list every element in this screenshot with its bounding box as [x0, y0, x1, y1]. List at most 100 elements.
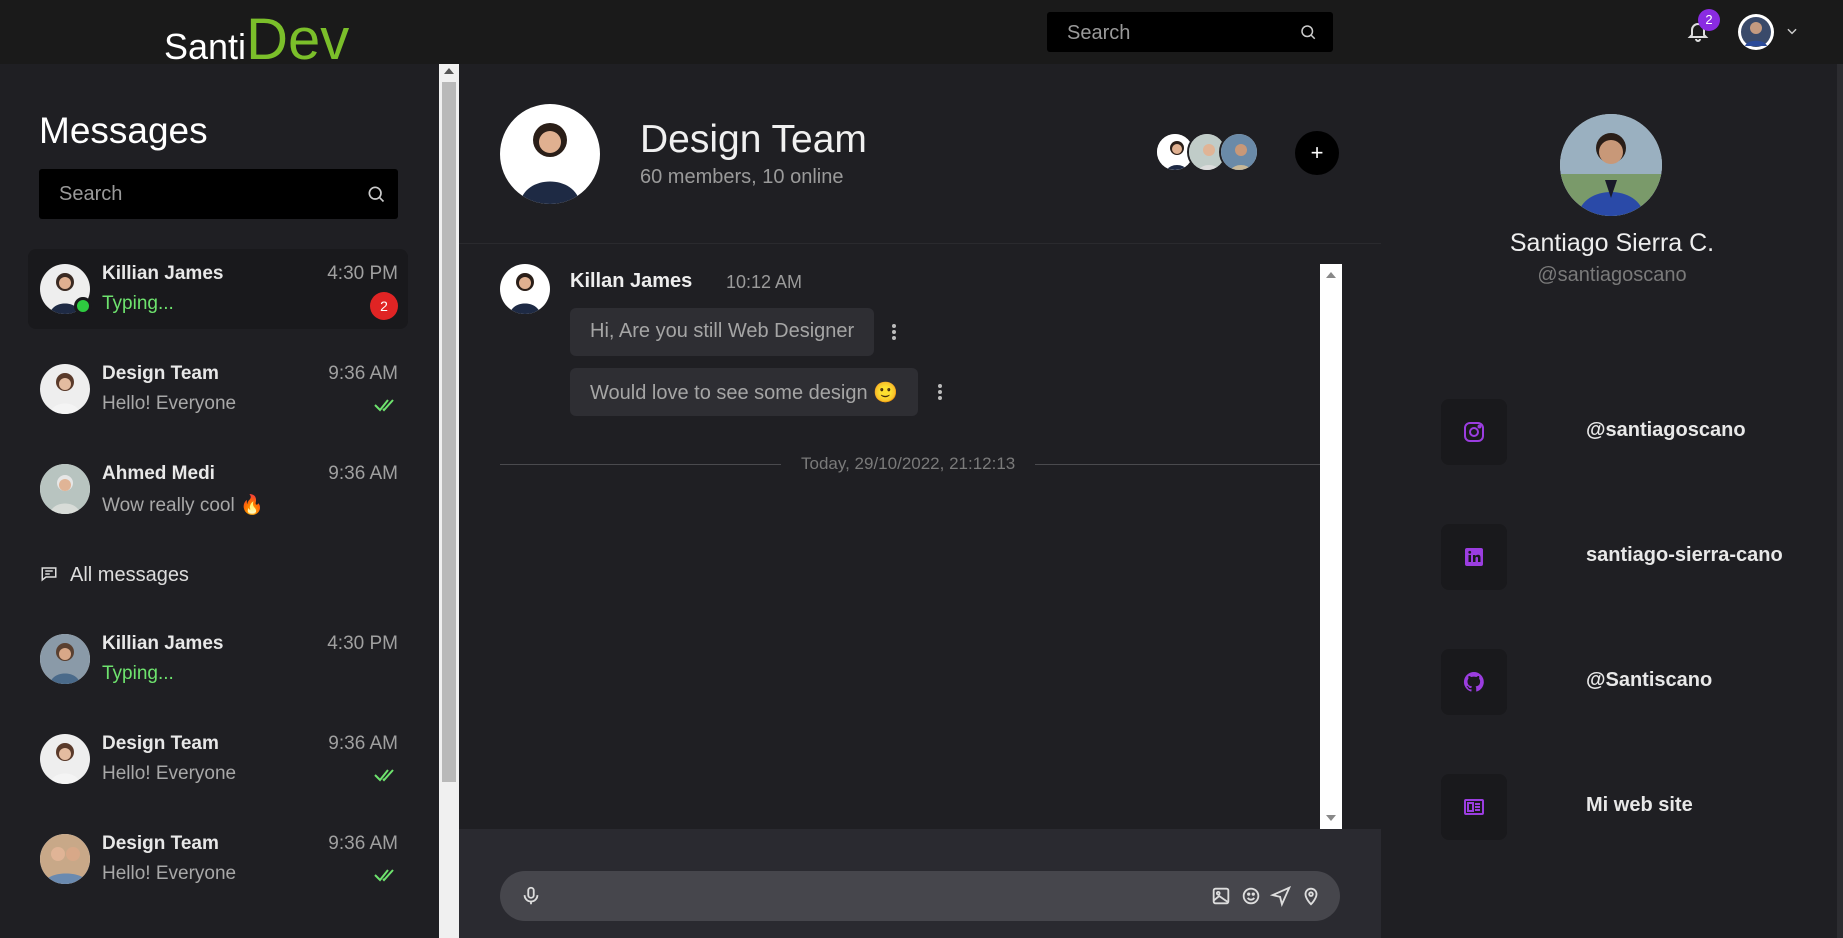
message-avatar: [500, 264, 550, 314]
conversation-time: 9:36 AM: [328, 733, 398, 754]
logo-text-santi: Santi: [164, 26, 247, 67]
conversation-item[interactable]: Ahmed Medi Wow really cool 🔥 9:36 AM: [28, 449, 408, 529]
conversation-preview: Hello! Everyone: [102, 863, 237, 884]
social-label: @Santiscano: [1586, 669, 1713, 691]
sidebar-scrollbar[interactable]: [439, 64, 459, 938]
member-avatar[interactable]: [1219, 132, 1259, 172]
message-bubble: Would love to see some design 🙂: [570, 368, 919, 416]
social-icon-box: [1441, 524, 1507, 590]
more-options-icon[interactable]: [935, 382, 945, 402]
online-indicator: [74, 297, 92, 315]
chat-panel: Design Team 60 members, 10 online + Kill…: [459, 64, 1381, 938]
unread-badge: 2: [370, 292, 398, 320]
double-check-icon: [374, 399, 394, 412]
conversation-item[interactable]: Design Team Hello! Everyone 9:36 AM: [28, 719, 408, 799]
linkedin-icon: [1465, 548, 1483, 566]
conversation-time: 9:36 AM: [328, 363, 398, 384]
social-label: santiago-sierra-cano: [1586, 544, 1783, 566]
logo[interactable]: SantiDev: [164, 6, 349, 73]
social-link-website[interactable]: Mi web site: [1441, 774, 1821, 840]
search-icon[interactable]: [1299, 23, 1317, 41]
group-subtitle: 60 members, 10 online: [640, 166, 844, 188]
message-time: 10:12 AM: [726, 272, 803, 292]
conversation-preview: Typing...: [102, 663, 174, 684]
conversation-item[interactable]: Design Team Hello! Everyone 9:36 AM: [28, 349, 408, 429]
conversation-name: Ahmed Medi: [102, 463, 215, 484]
send-icon[interactable]: [1270, 885, 1292, 907]
microphone-icon[interactable]: [520, 885, 542, 907]
social-icon-box: [1441, 649, 1507, 715]
instagram-icon: [1464, 422, 1484, 442]
social-icon-box: [1441, 774, 1507, 840]
add-member-button[interactable]: +: [1295, 131, 1339, 175]
social-label: Mi web site: [1586, 794, 1693, 816]
message-bubble: Hi, Are you still Web Designer: [570, 308, 875, 356]
profile-avatar: [1560, 114, 1662, 216]
location-pin-icon[interactable]: [1300, 885, 1322, 907]
avatar: [40, 834, 90, 884]
date-divider: Today, 29/10/2022, 21:12:13: [781, 454, 1036, 474]
sidebar-search-placeholder: Search: [59, 183, 123, 205]
conversation-time: 4:30 PM: [327, 263, 398, 284]
conversation-time: 4:30 PM: [327, 633, 398, 654]
emoji-icon[interactable]: [1240, 885, 1262, 907]
conversation-item[interactable]: Killian James Typing... 4:30 PM 2: [28, 249, 408, 329]
sidebar-title: Messages: [39, 110, 208, 151]
more-options-icon[interactable]: [889, 322, 899, 342]
conversation-preview: Hello! Everyone: [102, 393, 237, 414]
scrollbar-thumb[interactable]: [442, 82, 456, 782]
social-label: @santiagoscano: [1586, 419, 1746, 441]
social-link-linkedin[interactable]: santiago-sierra-cano: [1441, 524, 1821, 590]
conversation-name: Design Team: [102, 833, 219, 854]
messages-sidebar: Messages Search Killian James Typing... …: [0, 64, 439, 938]
social-link-github[interactable]: @Santiscano: [1441, 649, 1821, 715]
avatar: [40, 364, 90, 414]
message-sender: Killan James: [570, 270, 693, 292]
chevron-down-icon[interactable]: [1785, 24, 1799, 38]
top-search-input[interactable]: Search: [1047, 12, 1333, 52]
conversation-time: 9:36 AM: [328, 833, 398, 854]
user-avatar-image: [1741, 17, 1771, 47]
github-icon: [1463, 671, 1484, 692]
logo-text-dev: Dev: [246, 7, 350, 72]
conversation-name: Killian James: [102, 633, 224, 654]
chat-scrollbar[interactable]: [1320, 264, 1342, 829]
conversation-preview: Wow really cool 🔥: [102, 495, 264, 516]
all-messages-link[interactable]: All messages: [40, 564, 189, 587]
group-title: Design Team: [640, 118, 867, 161]
top-bar: SantiDev Search 2: [0, 0, 1843, 72]
sidebar-search-input[interactable]: Search: [39, 169, 398, 219]
scroll-up-arrow[interactable]: [1326, 272, 1336, 278]
profile-handle: @santiagoscano: [1537, 264, 1687, 286]
double-check-icon: [374, 869, 394, 882]
avatar: [40, 634, 90, 684]
message-composer: [459, 829, 1381, 938]
conversation-preview: Hello! Everyone: [102, 763, 237, 784]
double-check-icon: [374, 769, 394, 782]
user-avatar[interactable]: [1738, 14, 1774, 50]
conversation-time: 9:36 AM: [328, 463, 398, 484]
profile-panel: Santiago Sierra C. @santiagoscano @santi…: [1381, 64, 1843, 938]
image-icon[interactable]: [1210, 885, 1232, 907]
scroll-up-arrow[interactable]: [444, 68, 454, 74]
social-link-instagram[interactable]: @santiagoscano: [1441, 399, 1821, 465]
scroll-down-arrow[interactable]: [1326, 815, 1336, 821]
avatar: [40, 464, 90, 514]
conversation-item[interactable]: Killian James Typing... 4:30 PM: [28, 619, 408, 699]
conversation-name: Design Team: [102, 363, 219, 384]
website-icon: [1464, 799, 1484, 815]
group-avatar: [500, 104, 600, 204]
chat-header: Design Team 60 members, 10 online +: [459, 64, 1381, 244]
conversation-item[interactable]: Design Team Hello! Everyone 9:36 AM: [28, 819, 408, 899]
avatar: [40, 734, 90, 784]
conversation-name: Design Team: [102, 733, 219, 754]
profile-name: Santiago Sierra C.: [1509, 229, 1715, 257]
notification-badge: 2: [1698, 9, 1720, 31]
page-scrollbar[interactable]: [1837, 64, 1843, 938]
conversation-name: Killian James: [102, 263, 224, 284]
top-search-placeholder: Search: [1067, 22, 1131, 44]
message-square-icon: [41, 567, 57, 582]
messages-area: Killan James 10:12 AM Hi, Are you still …: [459, 244, 1381, 829]
search-icon[interactable]: [366, 184, 386, 204]
message-input[interactable]: [500, 871, 1340, 921]
